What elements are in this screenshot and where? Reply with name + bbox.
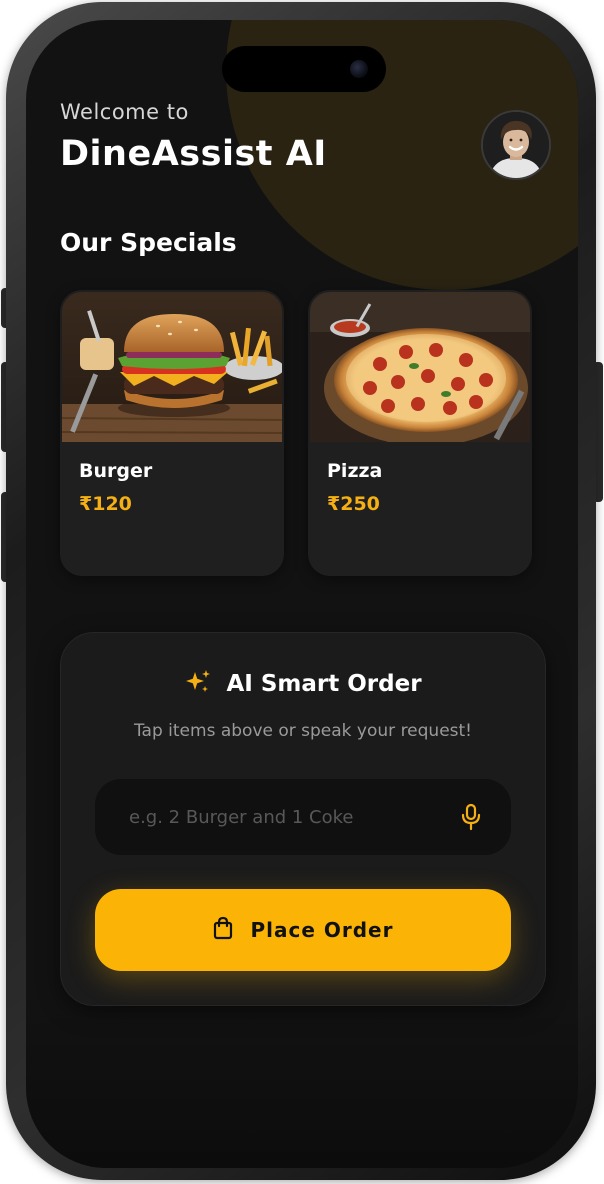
- card-name: Burger: [79, 460, 153, 482]
- app-title: DineAssist AI: [60, 134, 327, 174]
- order-input-container: [95, 779, 511, 855]
- place-order-button[interactable]: Place Order: [95, 889, 511, 971]
- app-screen: Welcome to DineAssist AI Our Specials Bu…: [26, 20, 578, 1168]
- section-title-specials: Our Specials: [60, 228, 237, 257]
- shopping-bag-icon: [212, 916, 234, 944]
- camera-icon: [350, 60, 368, 78]
- ai-order-header: AI Smart Order: [61, 667, 545, 701]
- place-order-label: Place Order: [250, 918, 394, 942]
- user-avatar-icon[interactable]: [481, 110, 551, 180]
- microphone-icon[interactable]: [455, 801, 487, 833]
- dynamic-island: [222, 46, 386, 92]
- bottom-fade: [26, 1008, 578, 1168]
- special-card-pizza[interactable]: Pizza ₹250: [308, 290, 532, 576]
- phone-frame: Welcome to DineAssist AI Our Specials Bu…: [6, 2, 596, 1180]
- avatar-portrait: [483, 112, 549, 178]
- welcome-text: Welcome to: [60, 100, 189, 124]
- pizza-photo-icon: [310, 292, 530, 442]
- ai-order-title: AI Smart Order: [226, 671, 422, 697]
- order-request-input[interactable]: [95, 779, 425, 855]
- ai-order-subtitle: Tap items above or speak your request!: [133, 721, 473, 741]
- ai-order-panel: AI Smart Order Tap items above or speak …: [60, 632, 546, 1006]
- special-card-burger[interactable]: Burger ₹120: [60, 290, 284, 576]
- card-price: ₹250: [327, 493, 380, 515]
- sparkles-icon: [184, 668, 212, 700]
- burger-photo-icon: [62, 292, 282, 442]
- card-price: ₹120: [79, 493, 132, 515]
- card-name: Pizza: [327, 460, 383, 482]
